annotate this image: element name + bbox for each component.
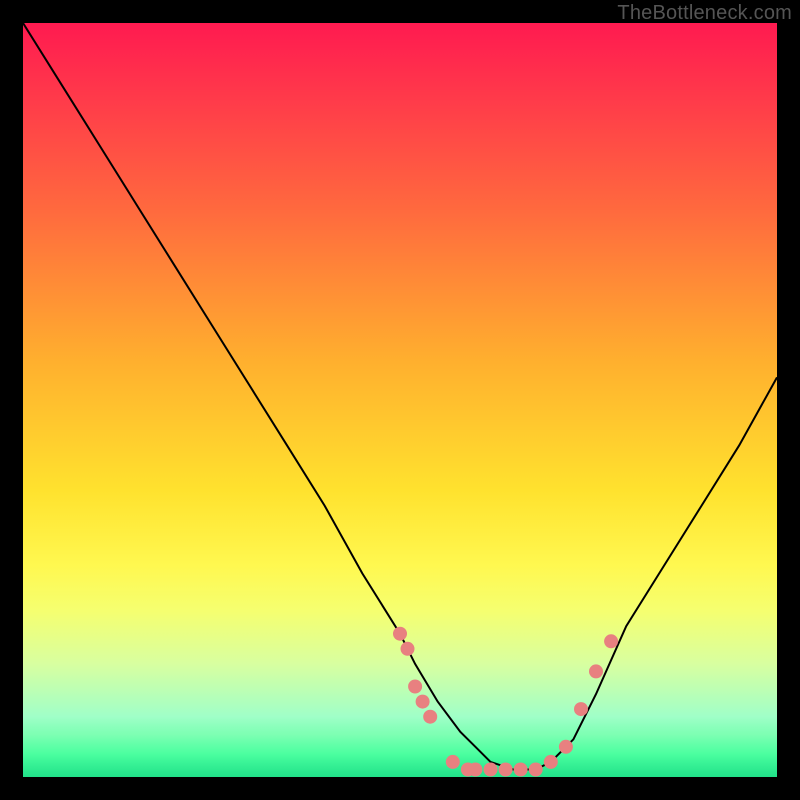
data-marker <box>468 763 482 777</box>
data-marker <box>589 664 603 678</box>
curve-svg <box>23 23 777 777</box>
data-marker <box>514 763 528 777</box>
data-marker <box>393 627 407 641</box>
data-marker <box>574 702 588 716</box>
chart-frame: TheBottleneck.com <box>0 0 800 800</box>
data-marker <box>408 680 422 694</box>
data-marker <box>416 695 430 709</box>
data-marker <box>499 763 513 777</box>
data-marker <box>401 642 415 656</box>
data-marker <box>559 740 573 754</box>
bottleneck-curve <box>23 23 777 770</box>
watermark-text: TheBottleneck.com <box>617 2 792 25</box>
data-marker <box>446 755 460 769</box>
data-markers <box>393 627 618 777</box>
data-marker <box>544 755 558 769</box>
data-marker <box>529 763 543 777</box>
data-marker <box>604 634 618 648</box>
data-marker <box>484 763 498 777</box>
plot-area <box>23 23 777 777</box>
data-marker <box>423 710 437 724</box>
